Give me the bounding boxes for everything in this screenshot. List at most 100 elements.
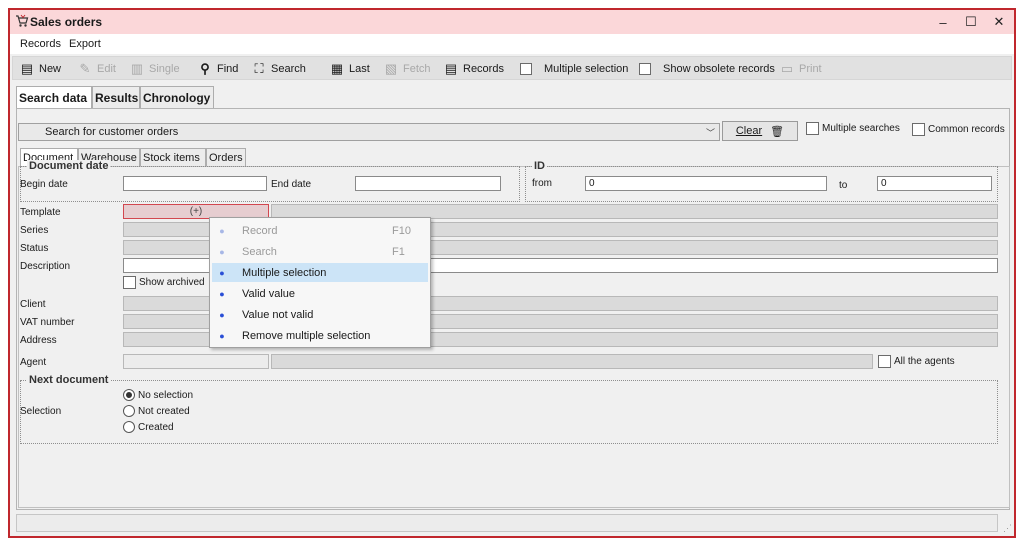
search-button[interactable]: ⛶ Search bbox=[251, 60, 306, 78]
radio-not-created[interactable]: Not created bbox=[123, 405, 190, 417]
bullet-icon: ● bbox=[219, 225, 225, 236]
multiple-searches-check[interactable]: Multiple searches bbox=[806, 122, 900, 135]
single-label: Single bbox=[149, 63, 180, 75]
show-archived-checkbox[interactable] bbox=[123, 276, 136, 289]
agent-code-input[interactable] bbox=[123, 354, 269, 369]
fetch-button[interactable]: ▧ Fetch bbox=[383, 60, 431, 78]
multiple-selection-toggle[interactable]: Multiple selection bbox=[520, 60, 628, 78]
tab-stock-items[interactable]: Stock items bbox=[140, 148, 206, 166]
radio-no-selection[interactable]: No selection bbox=[123, 389, 193, 401]
address-label: Address bbox=[20, 335, 57, 346]
menu-item-search-label: Search bbox=[242, 245, 277, 258]
multiple-searches-checkbox[interactable] bbox=[806, 122, 819, 135]
resize-grip-icon[interactable]: ⋰ bbox=[1003, 523, 1012, 534]
minimize-button[interactable]: – bbox=[932, 13, 954, 31]
radio-created[interactable]: Created bbox=[123, 421, 174, 433]
all-agents-label: All the agents bbox=[894, 356, 955, 367]
menu-item-record-label: Record bbox=[242, 224, 278, 237]
maximize-button[interactable]: ☐ bbox=[960, 13, 982, 31]
id-from-input[interactable]: 0 bbox=[585, 176, 827, 191]
radio-dot[interactable] bbox=[123, 421, 135, 433]
bullet-icon: ● bbox=[219, 246, 225, 257]
multiple-selection-label: Multiple selection bbox=[544, 63, 629, 75]
begin-date-label: Begin date bbox=[20, 179, 68, 190]
series-label: Series bbox=[20, 225, 49, 236]
find-button[interactable]: ⚲ Find bbox=[197, 60, 238, 78]
search-label: Search bbox=[271, 63, 306, 75]
document-date-title: Document date bbox=[27, 160, 111, 172]
template-label: Template bbox=[20, 207, 61, 218]
menu-item-value-not-valid[interactable]: ● Value not valid bbox=[212, 305, 428, 324]
single-record-icon: ▥ bbox=[130, 61, 144, 76]
all-agents-check[interactable]: All the agents bbox=[878, 355, 955, 368]
radio-dot[interactable] bbox=[123, 405, 135, 417]
show-archived-label: Show archived bbox=[139, 277, 205, 288]
menu-item-remove-multiple-selection[interactable]: ● Remove multiple selection bbox=[212, 326, 428, 345]
menu-export[interactable]: Export bbox=[69, 38, 101, 50]
menu-item-multiple-selection[interactable]: ● Multiple selection bbox=[212, 263, 428, 282]
menu-records[interactable]: Records bbox=[20, 38, 61, 50]
tab-chronology[interactable]: Chronology bbox=[140, 86, 214, 108]
last-record-icon: ▦ bbox=[330, 61, 344, 76]
binoculars-icon: ⛶ bbox=[254, 61, 264, 76]
selection-label: Selection bbox=[20, 406, 62, 417]
bullet-icon: ● bbox=[219, 267, 225, 278]
new-button[interactable]: ▤ New bbox=[19, 60, 61, 78]
menu-item-remove-multiple-selection-label: Remove multiple selection bbox=[242, 329, 371, 342]
show-obsolete-checkbox[interactable] bbox=[639, 63, 651, 75]
magnifier-icon: ⚲ bbox=[200, 61, 210, 76]
agent-name-input bbox=[271, 354, 873, 369]
printer-icon: ▭ bbox=[780, 61, 794, 76]
vat-number-label: VAT number bbox=[20, 317, 75, 328]
agent-label: Agent bbox=[20, 357, 47, 368]
edit-button[interactable]: ✎ Edit bbox=[77, 60, 116, 78]
search-type-combo[interactable]: Search for customer orders ﹀ bbox=[18, 123, 720, 141]
print-button[interactable]: ▭ Print bbox=[779, 60, 822, 78]
all-agents-checkbox[interactable] bbox=[878, 355, 891, 368]
radio-no-selection-label: No selection bbox=[138, 389, 194, 401]
menu-item-valid-value-label: Valid value bbox=[242, 287, 295, 300]
radio-created-label: Created bbox=[138, 421, 174, 433]
end-date-input[interactable] bbox=[355, 176, 501, 191]
begin-date-input[interactable] bbox=[123, 176, 267, 191]
records-icon: ▤ bbox=[444, 61, 458, 76]
end-date-label: End date bbox=[271, 179, 312, 190]
last-button[interactable]: ▦ Last bbox=[329, 60, 370, 78]
close-button[interactable]: ✕ bbox=[988, 13, 1010, 31]
bullet-icon: ● bbox=[219, 309, 225, 320]
id-to-label: to bbox=[839, 180, 848, 191]
status-bar bbox=[16, 514, 998, 532]
multiple-searches-label: Multiple searches bbox=[822, 123, 900, 134]
show-obsolete-toggle[interactable]: Show obsolete records bbox=[639, 60, 775, 78]
multiple-selection-checkbox[interactable] bbox=[520, 63, 532, 75]
menu-item-valid-value[interactable]: ● Valid value bbox=[212, 284, 428, 303]
description-label: Description bbox=[20, 261, 71, 272]
common-records-check[interactable]: Common records bbox=[912, 123, 1005, 136]
trash-icon: 🗑 bbox=[770, 125, 785, 138]
common-records-checkbox[interactable] bbox=[912, 123, 925, 136]
menu-item-search-shortcut: F1 bbox=[392, 245, 405, 258]
menu-item-value-not-valid-label: Value not valid bbox=[242, 308, 314, 321]
menu-item-record[interactable]: ● Record F10 bbox=[212, 221, 428, 240]
radio-dot[interactable] bbox=[123, 389, 135, 401]
menu-item-record-shortcut: F10 bbox=[392, 224, 411, 237]
tab-results[interactable]: Results bbox=[92, 86, 140, 108]
chevron-down-icon[interactable]: ﹀ bbox=[706, 126, 715, 139]
edit-label: Edit bbox=[97, 63, 116, 75]
clear-button[interactable]: Clear 🗑 bbox=[722, 121, 798, 141]
id-from-label: from bbox=[532, 178, 552, 189]
single-button[interactable]: ▥ Single bbox=[129, 60, 180, 78]
show-archived-check[interactable]: Show archived bbox=[123, 276, 205, 289]
fetch-label: Fetch bbox=[403, 63, 431, 75]
menu-item-search[interactable]: ● Search F1 bbox=[212, 242, 428, 261]
tab-orders[interactable]: Orders bbox=[206, 148, 246, 166]
id-to-input[interactable]: 0 bbox=[877, 176, 992, 191]
find-label: Find bbox=[217, 63, 239, 75]
tab-search-data[interactable]: Search data bbox=[16, 86, 92, 110]
client-label: Client bbox=[20, 299, 46, 310]
print-label: Print bbox=[799, 63, 822, 75]
bullet-icon: ● bbox=[219, 330, 225, 341]
bullet-icon: ● bbox=[219, 288, 225, 299]
menu-bar: Records Export bbox=[10, 34, 1014, 54]
records-button[interactable]: ▤ Records bbox=[443, 60, 504, 78]
